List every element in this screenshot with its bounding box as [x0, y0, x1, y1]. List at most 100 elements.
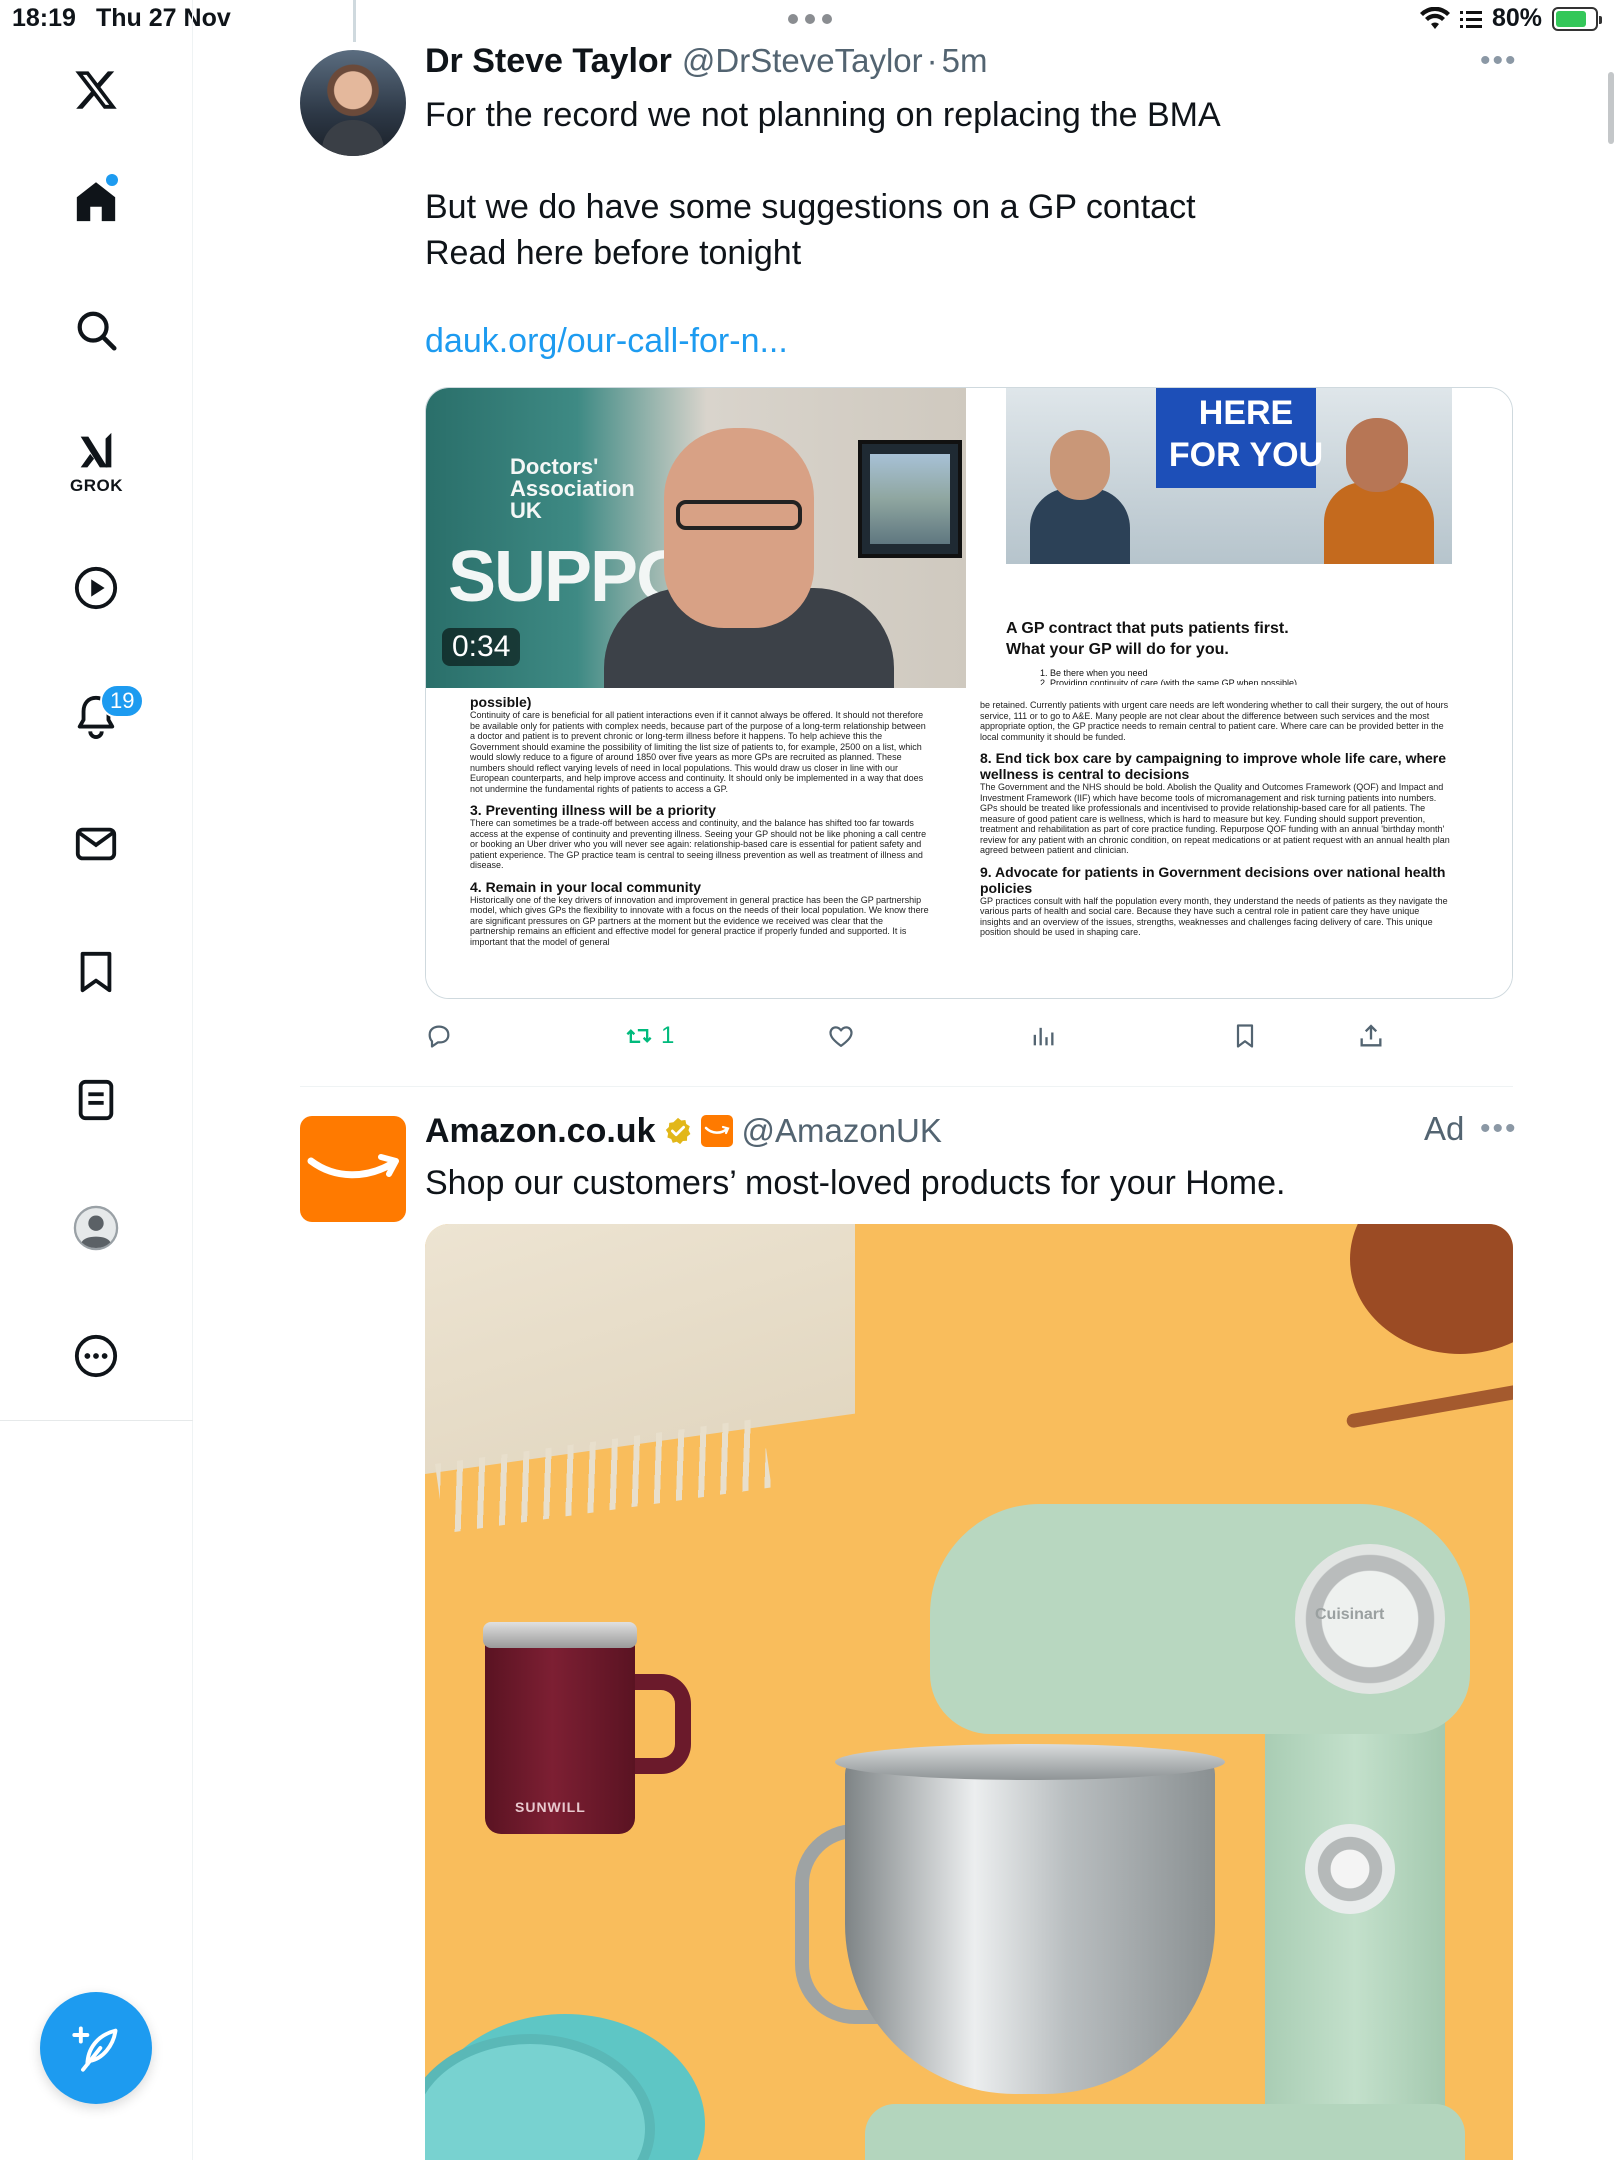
profile-icon: [73, 1205, 119, 1251]
mixer-logo: Cuisinart: [1315, 1606, 1385, 1623]
retweet-button[interactable]: 1: [625, 1016, 674, 1056]
like-button[interactable]: [827, 1016, 863, 1056]
grok-label: GROK: [70, 476, 123, 495]
doc-paragraph: be retained. Currently patients with urg…: [980, 700, 1449, 742]
avatar[interactable]: [300, 50, 406, 156]
wooden-spoon-image: [1345, 1373, 1513, 1429]
wooden-bowl-image: [1350, 1224, 1513, 1354]
tweet-line: [425, 276, 1505, 322]
tweet-actions: 1: [425, 1016, 1513, 1056]
doc-paragraph: The Government and the NHS should be bol…: [980, 782, 1450, 855]
verified-badge-icon: [666, 1117, 691, 1145]
author-handle[interactable]: @DrSteveTaylor: [682, 42, 923, 80]
doc-heading: 4. Remain in your local community: [470, 878, 702, 895]
document-page-right: be retained. Currently patients with urg…: [980, 700, 1452, 996]
tweet-line: [425, 138, 1505, 184]
sidebar-item-more[interactable]: [56, 1316, 136, 1396]
ad-label: Ad: [1424, 1110, 1465, 1147]
tweet-header: Dr Steve Taylor @DrSteveTaylor · 5m: [425, 42, 988, 86]
bookmark-icon: [1236, 1024, 1254, 1048]
status-indicators: 80%: [1419, 4, 1602, 33]
mixer-knob: [1305, 1824, 1395, 1914]
doc-paragraph: There can sometimes be a trade-off betwe…: [470, 818, 927, 870]
focus-list-icon: [1459, 10, 1482, 28]
sidebar: GROK 19: [0, 0, 193, 2160]
reply-icon: [428, 1025, 450, 1048]
mug-logo: SUNWILL: [515, 1799, 586, 1815]
status-bar: 18:19 Thu 27 Nov 80%: [0, 0, 1620, 40]
media-left[interactable]: Doctors' Association UK SUPPO 0:34 possi…: [426, 388, 966, 998]
compose-post-button[interactable]: [40, 1992, 152, 2104]
sidebar-divider: [0, 1420, 193, 1421]
wifi-icon: [1419, 6, 1450, 29]
tweet-divider: [300, 1086, 1513, 1087]
ad-image[interactable]: SUNWILL Cuisinart: [425, 1224, 1513, 2160]
multitasking-dots-icon[interactable]: [788, 14, 832, 24]
more-icon: [74, 1334, 118, 1378]
tweet-text: Shop our customers’ most-loved products …: [425, 1164, 1286, 1202]
home-unread-dot: [106, 174, 118, 186]
sidebar-item-bookmarks[interactable]: [56, 932, 136, 1012]
tweet-text: For the record we not planning on replac…: [425, 92, 1505, 322]
tweet-time[interactable]: 5m: [942, 42, 988, 80]
sidebar-item-video[interactable]: [56, 548, 136, 628]
gp-contract-title: A GP contract that puts patients first. …: [1006, 618, 1297, 685]
views-button[interactable]: [1029, 1016, 1065, 1056]
list-icon: [78, 1079, 114, 1121]
mixer-base: [865, 2104, 1465, 2160]
scrollbar[interactable]: [1608, 72, 1614, 144]
gp-list-item: 2. Providing continuity of care (with th…: [1040, 679, 1297, 685]
heart-icon: [829, 1026, 853, 1048]
doc-heading: 3. Preventing illness will be a priority: [470, 802, 716, 818]
tweet-line: Read here before tonight: [425, 234, 802, 272]
tweet-media[interactable]: Doctors' Association UK SUPPO 0:34 possi…: [425, 387, 1513, 999]
doc-paragraph: GP practices consult with half the popul…: [980, 895, 1448, 938]
gp-list-item: 1. Be there when you need: [1040, 668, 1148, 678]
doc-paragraph: Continuity of care is beneficial for all…: [470, 710, 926, 794]
search-icon: [77, 311, 117, 351]
tweet-more-icon[interactable]: •••: [1480, 44, 1518, 78]
feather-plus-icon: [72, 2026, 118, 2072]
battery-icon: [1552, 6, 1602, 31]
amazon-logo-avatar[interactable]: [300, 1116, 406, 1222]
tweet-line: For the record we not planning on replac…: [425, 96, 1221, 134]
sidebar-item-search[interactable]: [56, 290, 136, 370]
bookmark-button[interactable]: [1231, 1016, 1259, 1056]
mixer-column: [1265, 1694, 1445, 2160]
author-name[interactable]: Amazon.co.uk: [425, 1112, 655, 1151]
video-duration: 0:34: [442, 628, 521, 666]
x-logo-icon[interactable]: [56, 50, 136, 130]
tweet-more-icon[interactable]: •••: [1480, 1112, 1518, 1146]
wall-picture: [858, 440, 962, 558]
author-handle[interactable]: @AmazonUK: [741, 1112, 941, 1150]
promo-title: HERE FOR YOU: [1168, 394, 1324, 474]
speaker-glasses: [676, 500, 802, 530]
mixing-bowl-rim: [835, 1744, 1225, 1780]
tweet-line: But we do have some suggestions on a GP …: [425, 188, 1196, 226]
author-name[interactable]: Dr Steve Taylor: [425, 42, 672, 81]
media-right[interactable]: HERE FOR YOU A GP contract that puts pat…: [966, 388, 1512, 998]
doc-heading: possible): [470, 694, 532, 710]
mixing-bowl-image: [845, 1754, 1215, 2094]
sidebar-item-home[interactable]: [56, 162, 136, 242]
amazon-smile-icon: [307, 1154, 399, 1179]
notifications-badge: 19: [100, 684, 145, 718]
separator: ·: [926, 42, 938, 79]
sidebar-item-lists[interactable]: [56, 1060, 136, 1140]
share-button[interactable]: [1357, 1016, 1385, 1056]
video-icon: [74, 566, 118, 610]
reply-button[interactable]: [425, 1016, 461, 1056]
video-player[interactable]: Doctors' Association UK SUPPO 0:34: [426, 388, 966, 688]
sidebar-item-messages[interactable]: [56, 804, 136, 884]
retweet-count: 1: [661, 1022, 675, 1049]
document-page-left: possible) Continuity of care is benefici…: [470, 694, 930, 994]
bookmark-icon: [80, 951, 112, 993]
doc-heading: 8. End tick box care by campaigning to i…: [980, 750, 1447, 782]
mail-icon: [75, 827, 117, 861]
sidebar-item-profile[interactable]: [56, 1188, 136, 1268]
retweet-icon: [626, 1029, 652, 1043]
mug-lid: [483, 1622, 637, 1648]
doc-paragraph: Historically one of the key drivers of i…: [470, 894, 929, 947]
promo-image: HERE FOR YOU: [1006, 388, 1452, 564]
tweet-link[interactable]: dauk.org/our-call-for-n...: [425, 322, 788, 361]
